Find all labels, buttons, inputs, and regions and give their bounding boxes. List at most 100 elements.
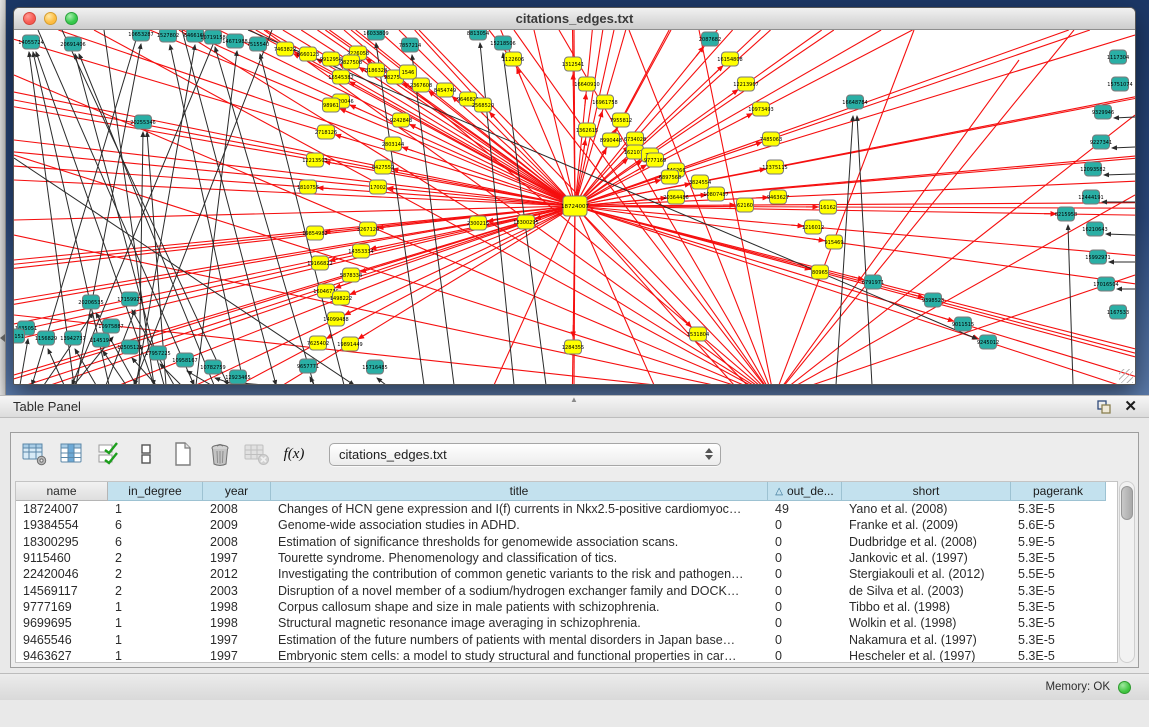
cell-short[interactable]: Franke et al. (2009) bbox=[842, 517, 1011, 533]
cell-name[interactable]: 14569117 bbox=[16, 582, 108, 598]
cell-pagerank[interactable]: 5.3E-5 bbox=[1011, 550, 1106, 566]
graph-node[interactable]: 15992971 bbox=[1085, 250, 1110, 264]
cell-short[interactable]: Tibbo et al. (1998) bbox=[842, 599, 1011, 615]
cell-title[interactable]: Disruption of a novel member of a sodium… bbox=[271, 582, 768, 598]
splitter-handle[interactable]: ▲ bbox=[568, 397, 580, 404]
cell-pagerank[interactable]: 5.3E-5 bbox=[1011, 599, 1106, 615]
graph-node[interactable]: 9463627 bbox=[767, 190, 789, 204]
graph-node[interactable]: 12375115 bbox=[762, 160, 787, 174]
memory-status-indicator[interactable] bbox=[1118, 681, 1131, 694]
graph-node[interactable]: 20206535 bbox=[78, 295, 103, 309]
graph-node[interactable]: 9827508 bbox=[340, 55, 362, 69]
cell-pagerank[interactable]: 5.3E-5 bbox=[1011, 501, 1106, 517]
table-row[interactable]: 1872400712008Changes of HCN gene express… bbox=[16, 501, 1117, 517]
network-canvas[interactable]: 1405572420691406106532871527802646616010… bbox=[14, 30, 1135, 385]
column-header-name[interactable]: name bbox=[16, 482, 108, 501]
cell-pagerank[interactable]: 5.3E-5 bbox=[1011, 615, 1106, 631]
cell-title[interactable]: Structural magnetic resonance image aver… bbox=[271, 615, 768, 631]
graph-node[interactable]: 12923465 bbox=[225, 370, 250, 384]
graph-node[interactable]: 1498222 bbox=[330, 291, 352, 305]
cell-year[interactable]: 2012 bbox=[203, 566, 271, 582]
graph-node[interactable]: 9227341 bbox=[1090, 135, 1112, 149]
graph-node[interactable]: 2568520 bbox=[472, 98, 494, 112]
table-row[interactable]: 1456911722003Disruption of a novel membe… bbox=[16, 582, 1117, 598]
graph-node[interactable]: 10975887 bbox=[98, 319, 123, 333]
graph-node[interactable]: 10653287 bbox=[128, 30, 153, 41]
column-visibility-icon[interactable] bbox=[58, 440, 86, 468]
cell-name[interactable]: 19384554 bbox=[16, 517, 108, 533]
table-settings-icon[interactable] bbox=[21, 440, 49, 468]
cell-name[interactable]: 18724007 bbox=[16, 501, 108, 517]
graph-node[interactable]: 20255346 bbox=[130, 115, 155, 129]
cell-name[interactable]: 18300295 bbox=[16, 534, 108, 550]
window-titlebar[interactable]: citations_edges.txt bbox=[14, 8, 1135, 30]
cell-name[interactable]: 9115460 bbox=[16, 550, 108, 566]
cell-title[interactable]: Corpus callosum shape and size in male p… bbox=[271, 599, 768, 615]
cell-in_degree[interactable]: 1 bbox=[108, 501, 203, 517]
cell-pagerank[interactable]: 5.3E-5 bbox=[1011, 648, 1106, 663]
column-header-title[interactable]: title bbox=[271, 482, 768, 501]
cell-short[interactable]: Jankovic et al. (1997) bbox=[842, 550, 1011, 566]
cell-out_de[interactable]: 0 bbox=[768, 550, 842, 566]
graph-node[interactable]: 1145194 bbox=[90, 333, 112, 347]
graph-node[interactable]: 10958167 bbox=[172, 353, 197, 367]
cell-name[interactable]: 9463627 bbox=[16, 648, 108, 663]
cell-title[interactable]: Genome-wide association studies in ADHD. bbox=[271, 517, 768, 533]
graph-node[interactable]: 1167533 bbox=[1107, 305, 1129, 319]
graph-node[interactable]: 2300215 bbox=[467, 216, 489, 230]
cell-short[interactable]: Nakamura et al. (1997) bbox=[842, 631, 1011, 647]
cell-year[interactable]: 2008 bbox=[203, 534, 271, 550]
cell-name[interactable]: 9777169 bbox=[16, 599, 108, 615]
cell-title[interactable]: Estimation of the future numbers of pati… bbox=[271, 631, 768, 647]
select-all-icon[interactable] bbox=[95, 440, 123, 468]
cell-in_degree[interactable]: 1 bbox=[108, 599, 203, 615]
cell-in_degree[interactable]: 2 bbox=[108, 550, 203, 566]
cell-out_de[interactable]: 0 bbox=[768, 566, 842, 582]
column-header-in_degree[interactable]: in_degree bbox=[108, 482, 203, 501]
table-row[interactable]: 946362711997Embryonic stem cells: a mode… bbox=[16, 648, 1117, 663]
resize-grip[interactable] bbox=[1119, 369, 1133, 383]
column-header-pagerank[interactable]: pagerank bbox=[1011, 482, 1106, 501]
graph-node[interactable]: 8813054 bbox=[467, 30, 489, 40]
graph-node[interactable]: 6734028 bbox=[624, 132, 646, 146]
column-header-short[interactable]: short bbox=[842, 482, 1011, 501]
cell-out_de[interactable]: 0 bbox=[768, 517, 842, 533]
cell-out_de[interactable]: 0 bbox=[768, 615, 842, 631]
graph-node[interactable]: 80965 bbox=[812, 265, 829, 279]
graph-node[interactable]: 8454749 bbox=[434, 83, 456, 97]
graph-node[interactable]: 3824554 bbox=[689, 175, 711, 189]
graph-node[interactable]: 18724007 bbox=[561, 196, 589, 216]
graph-node[interactable]: 7625402 bbox=[307, 336, 329, 350]
graph-node[interactable]: 2803144 bbox=[382, 137, 404, 151]
graph-node[interactable]: 2367608 bbox=[410, 78, 432, 92]
cell-year[interactable]: 1998 bbox=[203, 615, 271, 631]
graph-node[interactable]: 915469 bbox=[824, 235, 843, 249]
close-panel-icon[interactable]: ✕ bbox=[1124, 399, 1137, 414]
graph-node[interactable]: 9398523 bbox=[922, 293, 944, 307]
graph-node[interactable]: 2087682 bbox=[699, 32, 721, 46]
table-row[interactable]: 977716911998Corpus callosum shape and si… bbox=[16, 599, 1117, 615]
function-builder-icon[interactable]: f(x) bbox=[280, 440, 308, 468]
cell-name[interactable]: 9465546 bbox=[16, 631, 108, 647]
table-select-dropdown[interactable]: citations_edges.txt bbox=[329, 443, 721, 466]
zoom-button[interactable] bbox=[65, 12, 78, 25]
row-height-icon[interactable] bbox=[132, 440, 160, 468]
cell-title[interactable]: Changes of HCN gene expression and I(f) … bbox=[271, 501, 768, 517]
graph-node[interactable]: 15716485 bbox=[362, 360, 387, 374]
cell-out_de[interactable]: 49 bbox=[768, 501, 842, 517]
graph-node[interactable]: 9912954 bbox=[320, 52, 342, 66]
cell-name[interactable]: 9699695 bbox=[16, 615, 108, 631]
graph-node[interactable]: 8660123 bbox=[297, 47, 319, 61]
cell-out_de[interactable]: 0 bbox=[768, 631, 842, 647]
cell-title[interactable]: Tourette syndrome. Phenomenology and cla… bbox=[271, 550, 768, 566]
graph-node[interactable]: 6791971 bbox=[862, 275, 884, 289]
graph-node[interactable]: 6897568 bbox=[659, 170, 681, 184]
cell-year[interactable]: 1998 bbox=[203, 599, 271, 615]
graph-node[interactable]: 98961 bbox=[323, 98, 340, 112]
graph-node[interactable]: 12444191 bbox=[1078, 190, 1103, 204]
cell-year[interactable]: 2003 bbox=[203, 582, 271, 598]
graph-node[interactable]: 8427552 bbox=[372, 160, 394, 174]
minimize-button[interactable] bbox=[44, 12, 57, 25]
table-row[interactable]: 911546021997Tourette syndrome. Phenomeno… bbox=[16, 550, 1117, 566]
cell-out_de[interactable]: 0 bbox=[768, 599, 842, 615]
